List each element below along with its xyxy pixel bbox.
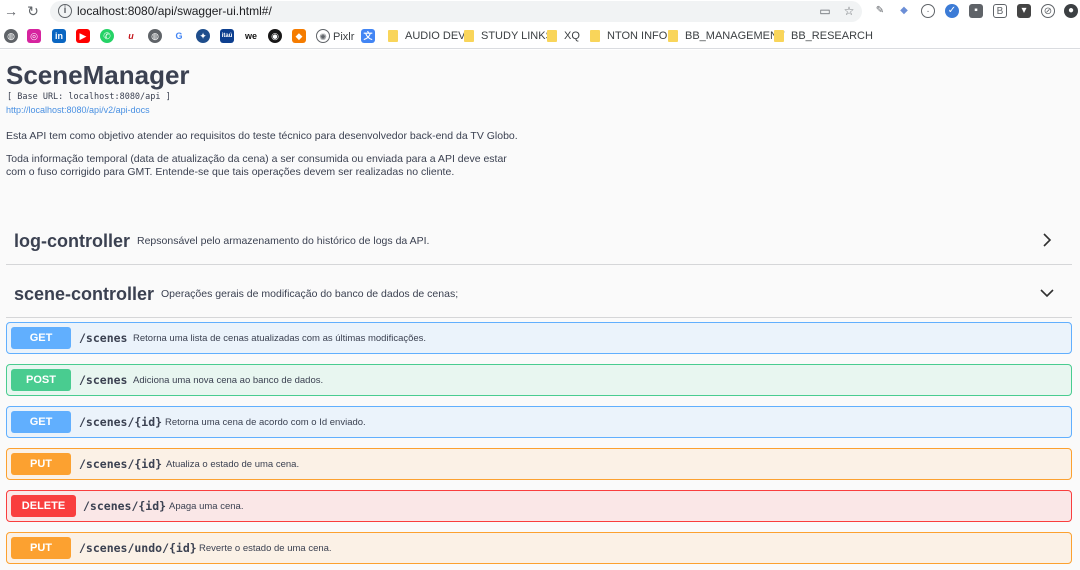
tag-log-controller[interactable]: log-controller Repsonsável pelo armazena… <box>6 215 1072 265</box>
operation-put-scene-by-id[interactable]: PUT /scenes/{id} Atualiza o estado de um… <box>6 448 1072 480</box>
page-title: SceneManager <box>6 60 190 90</box>
bookmark-folder-nton-info[interactable]: NTON INFO <box>590 29 667 43</box>
instagram-bookmark-icon[interactable]: ◎ <box>27 29 41 43</box>
linkedin-bookmark-icon[interactable]: in <box>52 29 66 43</box>
operation-path: /scenes/undo/{id} <box>79 541 197 555</box>
address-bar[interactable]: i localhost:8080/api/swagger-ui.html#/ ▭… <box>50 1 862 22</box>
globe-bookmark-icon-2[interactable]: ◍ <box>148 29 162 43</box>
method-badge: GET <box>11 327 71 349</box>
orange-cube-bookmark-icon[interactable]: ◆ <box>292 29 306 43</box>
chevron-down-icon[interactable] <box>1040 286 1054 300</box>
tag-name: scene-controller <box>14 284 155 304</box>
pocket-extension-icon[interactable]: ▾ <box>1017 4 1031 18</box>
we-bookmark-icon[interactable]: we <box>244 29 258 43</box>
block-extension-icon[interactable]: ⊘ <box>1041 4 1055 18</box>
tag-description: Repsonsável pelo armazenamento do histór… <box>137 235 430 247</box>
reload-icon[interactable]: ↻ <box>24 2 42 20</box>
operation-post-scenes[interactable]: POST /scenes Adiciona uma nova cena ao b… <box>6 364 1072 396</box>
api-description-1: Esta API tem como objetivo atender ao re… <box>6 130 518 142</box>
tag-scene-controller[interactable]: scene-controller Operações gerais de mod… <box>6 268 1072 318</box>
tag-description: Operações gerais de modificação do banco… <box>161 288 459 300</box>
operation-summary: Retorna uma lista de cenas atualizadas c… <box>133 333 427 344</box>
circle-extension-icon[interactable]: · <box>921 4 935 18</box>
folder-icon <box>547 30 557 42</box>
github-bookmark-icon[interactable]: ◉ <box>268 29 282 43</box>
dropbox-extension-icon[interactable]: ◆ <box>897 4 911 18</box>
tag-name: log-controller <box>14 231 130 251</box>
operation-path: /scenes/{id} <box>79 457 163 471</box>
eyedropper-extension-icon[interactable]: ✎ <box>873 4 887 18</box>
method-badge: DELETE <box>11 495 76 517</box>
bookmark-folder-audio-dev[interactable]: AUDIO DEV <box>388 29 466 43</box>
cast-icon[interactable]: ▭ <box>818 4 832 18</box>
method-badge: POST <box>11 369 71 391</box>
bookmark-star-icon[interactable]: ☆ <box>842 4 856 18</box>
bookmarks-bar: ◍ ◎ in ▶ ✆ u ◍ G ✦ itaú we ◉ ◆ ✺ Pixlr 文… <box>0 23 1080 49</box>
folder-icon <box>464 30 474 42</box>
blue-extension-icon[interactable]: ✓ <box>945 4 959 18</box>
red-script-bookmark-icon[interactable]: u <box>124 29 138 43</box>
operation-put-undo-scene[interactable]: PUT /scenes/undo/{id} Reverte o estado d… <box>6 532 1072 564</box>
operation-path: /scenes <box>79 373 128 387</box>
operation-summary: Reverte o estado de uma cena. <box>199 543 332 554</box>
profile-avatar-icon[interactable]: ● <box>1064 4 1078 18</box>
method-badge: PUT <box>11 453 71 475</box>
operation-summary: Retorna uma cena de acordo com o Id envi… <box>165 417 366 428</box>
pixlr-bookmark-label[interactable]: Pixlr <box>333 31 354 43</box>
pixlr-icon[interactable]: ✺ <box>316 29 330 43</box>
bookmark-folder-xq[interactable]: XQ <box>547 29 580 43</box>
bookmark-folder-bb-research[interactable]: BB_RESEARCH <box>774 29 873 43</box>
operation-path: /scenes/{id} <box>83 499 167 513</box>
operation-delete-scene-by-id[interactable]: DELETE /scenes/{id} Apaga uma cena. <box>6 490 1072 522</box>
whatsapp-bookmark-icon[interactable]: ✆ <box>100 29 114 43</box>
base-url: [ Base URL: localhost:8080/api ] <box>7 92 171 102</box>
folder-icon <box>774 30 784 42</box>
chevron-right-icon[interactable] <box>1040 233 1054 247</box>
info-icon[interactable]: i <box>58 4 72 18</box>
operation-summary: Adiciona uma nova cena ao banco de dados… <box>133 375 324 386</box>
bookmark-folder-bb-management[interactable]: BB_MANAGEMENT <box>668 29 785 43</box>
globe-bookmark-icon[interactable]: ◍ <box>4 29 18 43</box>
operation-get-scenes[interactable]: GET /scenes Retorna uma lista de cenas a… <box>6 322 1072 354</box>
folder-icon <box>388 30 398 42</box>
api-description-2: Toda informação temporal (data de atuali… <box>6 153 507 165</box>
method-badge: PUT <box>11 537 71 559</box>
translate-bookmark-icon[interactable]: 文 <box>361 29 375 43</box>
url-text[interactable]: localhost:8080/api/swagger-ui.html#/ <box>77 4 272 18</box>
operation-get-scene-by-id[interactable]: GET /scenes/{id} Retorna uma cena de aco… <box>6 406 1072 438</box>
shield-bookmark-icon[interactable]: ✦ <box>196 29 210 43</box>
operation-path: /scenes/{id} <box>79 415 163 429</box>
terminal-extension-icon[interactable]: ▪ <box>969 4 983 18</box>
bookmark-folder-study-links[interactable]: STUDY LINKS <box>464 29 553 43</box>
youtube-bookmark-icon[interactable]: ▶ <box>76 29 90 43</box>
api-description-3: com o fuso corrigido para GMT. Entende-s… <box>6 166 455 178</box>
folder-icon <box>668 30 678 42</box>
swagger-page: SceneManager [ Base URL: localhost:8080/… <box>0 50 1080 570</box>
bank-bookmark-icon[interactable]: itaú <box>220 29 234 43</box>
google-bookmark-icon[interactable]: G <box>172 29 186 43</box>
forward-arrow-icon[interactable]: → <box>2 2 20 20</box>
box-extension-icon[interactable]: B <box>993 4 1007 18</box>
method-badge: GET <box>11 411 71 433</box>
api-docs-link[interactable]: http://localhost:8080/api/v2/api-docs <box>6 105 150 115</box>
operation-summary: Apaga uma cena. <box>169 501 244 512</box>
operation-summary: Atualiza o estado de uma cena. <box>166 459 300 470</box>
folder-icon <box>590 30 600 42</box>
browser-toolbar: → ↻ i localhost:8080/api/swagger-ui.html… <box>0 0 1080 23</box>
operation-path: /scenes <box>79 331 128 345</box>
